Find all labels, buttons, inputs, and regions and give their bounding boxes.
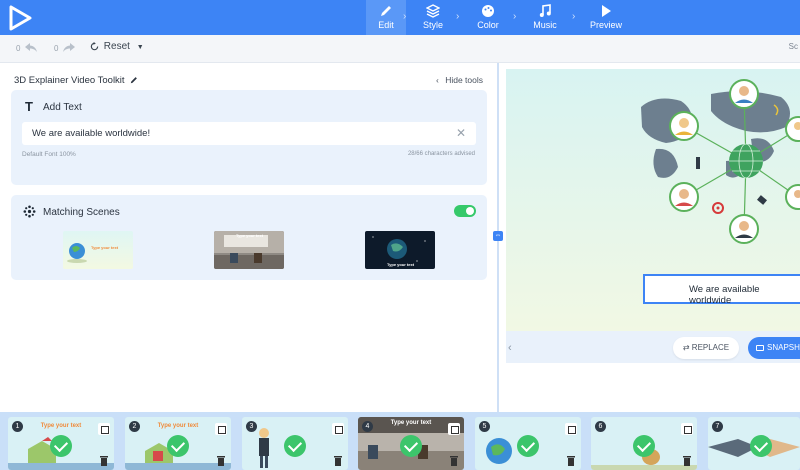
scene-number: 5 [479, 421, 490, 432]
palette-icon [482, 5, 494, 17]
snapshot-label: SNAPSHOT [767, 343, 800, 352]
scene-number: 6 [595, 421, 606, 432]
check-icon [517, 435, 539, 457]
timeline-scene-card[interactable]: Type your text 1 [8, 417, 114, 470]
timeline-scene-card[interactable]: 5 [475, 417, 581, 470]
thumb-caption: Type your text [91, 245, 119, 250]
timeline-scene-card[interactable]: Type your text 2 [125, 417, 231, 470]
tab-color[interactable]: Color [468, 0, 508, 35]
redo-icon[interactable] [62, 42, 76, 54]
trash-icon[interactable] [333, 455, 343, 466]
scene-timeline: Type your text 1 Type your text 2 3 Type… [0, 412, 800, 470]
scenes-icon [23, 205, 36, 218]
text-icon: T [25, 99, 33, 114]
timeline-scene-card[interactable]: 6 [591, 417, 697, 470]
duplicate-icon[interactable] [448, 423, 460, 435]
tab-edit[interactable]: Edit [366, 0, 406, 35]
play-icon [602, 5, 611, 17]
trash-icon[interactable] [566, 455, 576, 466]
add-text-title: Add Text [43, 102, 82, 113]
trash-icon[interactable] [449, 455, 459, 466]
app-logo[interactable] [6, 4, 34, 32]
tab-label: Color [477, 20, 499, 30]
scene-number: 1 [12, 421, 23, 432]
preview-text-box[interactable]: We are available worldwide [643, 274, 800, 306]
duplicate-icon[interactable] [332, 423, 344, 435]
hide-tools-button[interactable]: ‹ Hide tools [436, 75, 483, 85]
duplicate-icon[interactable] [98, 423, 110, 435]
matching-scenes-panel: Matching Scenes Type your text Type your… [11, 195, 487, 280]
reset-label: Reset [103, 41, 130, 52]
pencil-icon [381, 6, 391, 16]
chevron-right-icon: › [456, 11, 460, 22]
character-count: 28/66 characters advised [407, 151, 475, 157]
thumb-caption: Type your text [387, 262, 415, 267]
trash-icon[interactable] [216, 455, 226, 466]
preview-text-value: We are available worldwide [689, 284, 760, 306]
chevron-down-icon: ▼ [136, 44, 144, 51]
scene-number: 3 [246, 421, 257, 432]
thumb-caption: Type your text [236, 233, 264, 238]
replace-button[interactable]: ⇄ REPLACE [673, 337, 739, 359]
reset-button[interactable]: Reset ▼ [90, 41, 144, 52]
tab-style[interactable]: Style [413, 0, 453, 35]
tab-label: Style [422, 20, 443, 30]
scene-number: 7 [712, 421, 723, 432]
toolbar-right-label[interactable]: Sc [789, 42, 798, 51]
camera-icon [756, 345, 764, 351]
chevron-right-icon: › [513, 11, 517, 22]
check-icon [50, 435, 72, 457]
add-text-panel: T Add Text We are available worldwide! ✕… [11, 90, 487, 185]
chevron-right-icon: › [403, 11, 407, 22]
scene-text-value: We are available worldwide! [32, 128, 151, 139]
pencil-icon[interactable] [130, 76, 138, 84]
layers-icon [426, 4, 440, 18]
tab-label: Edit [378, 20, 394, 30]
top-nav-bar: Edit › Style › Color › Music › Preview [0, 0, 800, 35]
globe-scene-image [67, 243, 87, 263]
music-note-icon [539, 4, 551, 17]
trash-icon[interactable] [99, 455, 109, 466]
check-icon [284, 435, 306, 457]
chevron-right-icon: › [572, 11, 576, 22]
duplicate-icon[interactable] [215, 423, 227, 435]
clear-icon[interactable]: ✕ [456, 126, 466, 140]
matching-scene-thumb[interactable]: Type your text [63, 231, 133, 269]
splitter-handle-icon[interactable]: ⇔ [493, 231, 503, 241]
replace-label: ⇄ REPLACE [682, 343, 730, 352]
chevron-left-icon: ‹ [436, 75, 439, 85]
duplicate-icon[interactable] [681, 423, 693, 435]
trash-icon[interactable] [682, 455, 692, 466]
check-icon [167, 435, 189, 457]
chevron-left-icon[interactable]: ‹ [508, 342, 512, 354]
project-title[interactable]: 3D Explainer Video Toolkit [14, 75, 138, 86]
check-icon [633, 435, 655, 457]
hide-tools-label: Hide tools [445, 75, 484, 85]
duplicate-icon[interactable] [565, 423, 577, 435]
matching-scene-thumb[interactable]: Type your text [365, 231, 435, 269]
scene-number: 4 [362, 421, 373, 432]
timeline-scene-card[interactable]: Type your text 4 [358, 417, 464, 470]
tab-label: Preview [589, 20, 622, 30]
tab-label: Music [533, 20, 557, 30]
check-icon [400, 435, 422, 457]
snapshot-button[interactable]: SNAPSHOT [748, 337, 800, 359]
check-icon [750, 435, 772, 457]
project-title-text: 3D Explainer Video Toolkit [14, 75, 125, 86]
redo-count: 0 [54, 44, 59, 53]
undo-count: 0 [16, 44, 21, 53]
tab-preview[interactable]: Preview [586, 0, 626, 35]
scene-text-input[interactable]: We are available worldwide! ✕ [22, 122, 476, 145]
edit-toolbar: 0 0 Reset ▼ Sc [0, 35, 800, 63]
scene-number: 2 [129, 421, 140, 432]
timeline-scene-card[interactable]: 7 [708, 417, 800, 470]
reset-icon [90, 42, 99, 51]
timeline-scene-card[interactable]: 3 [242, 417, 348, 470]
matching-scenes-toggle[interactable] [454, 205, 476, 217]
tab-music[interactable]: Music [525, 0, 565, 35]
font-size-label[interactable]: Default Font 100% [22, 151, 76, 158]
matching-scene-thumb[interactable]: Type your text [214, 231, 284, 269]
matching-scenes-title: Matching Scenes [43, 207, 120, 218]
undo-icon[interactable] [24, 42, 38, 54]
